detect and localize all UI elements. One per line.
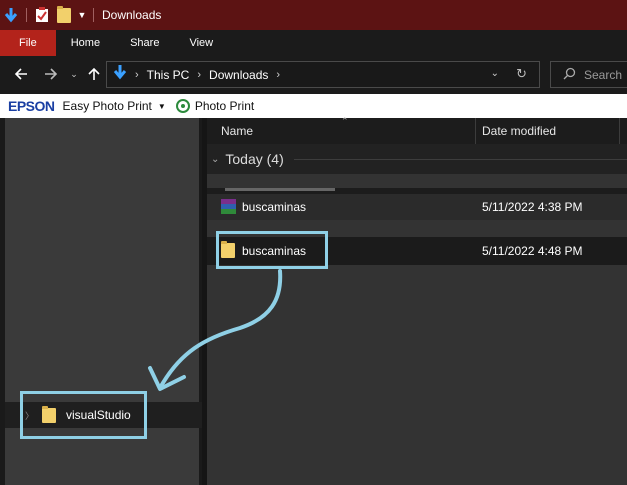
drag-arrow-annotation <box>148 269 283 391</box>
